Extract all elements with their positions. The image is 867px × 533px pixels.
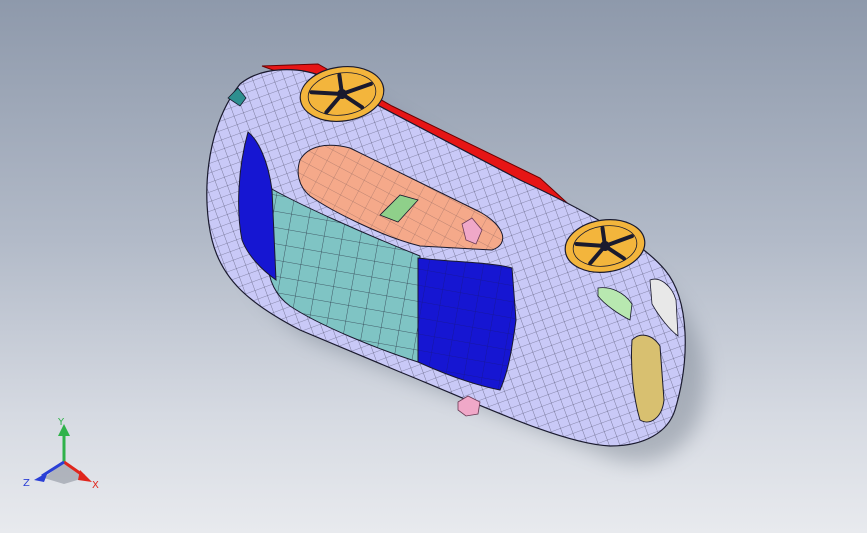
orientation-triad[interactable]: Y X Z — [22, 418, 106, 496]
y-axis-label: Y — [57, 418, 65, 428]
x-axis-label: X — [92, 480, 99, 491]
cad-3d-viewport[interactable]: Y X Z — [0, 0, 867, 533]
z-axis-label: Z — [23, 478, 30, 489]
x-axis-arrow — [78, 470, 92, 482]
car-model-mesh[interactable] — [0, 0, 867, 533]
z-axis-arrow — [34, 472, 48, 482]
